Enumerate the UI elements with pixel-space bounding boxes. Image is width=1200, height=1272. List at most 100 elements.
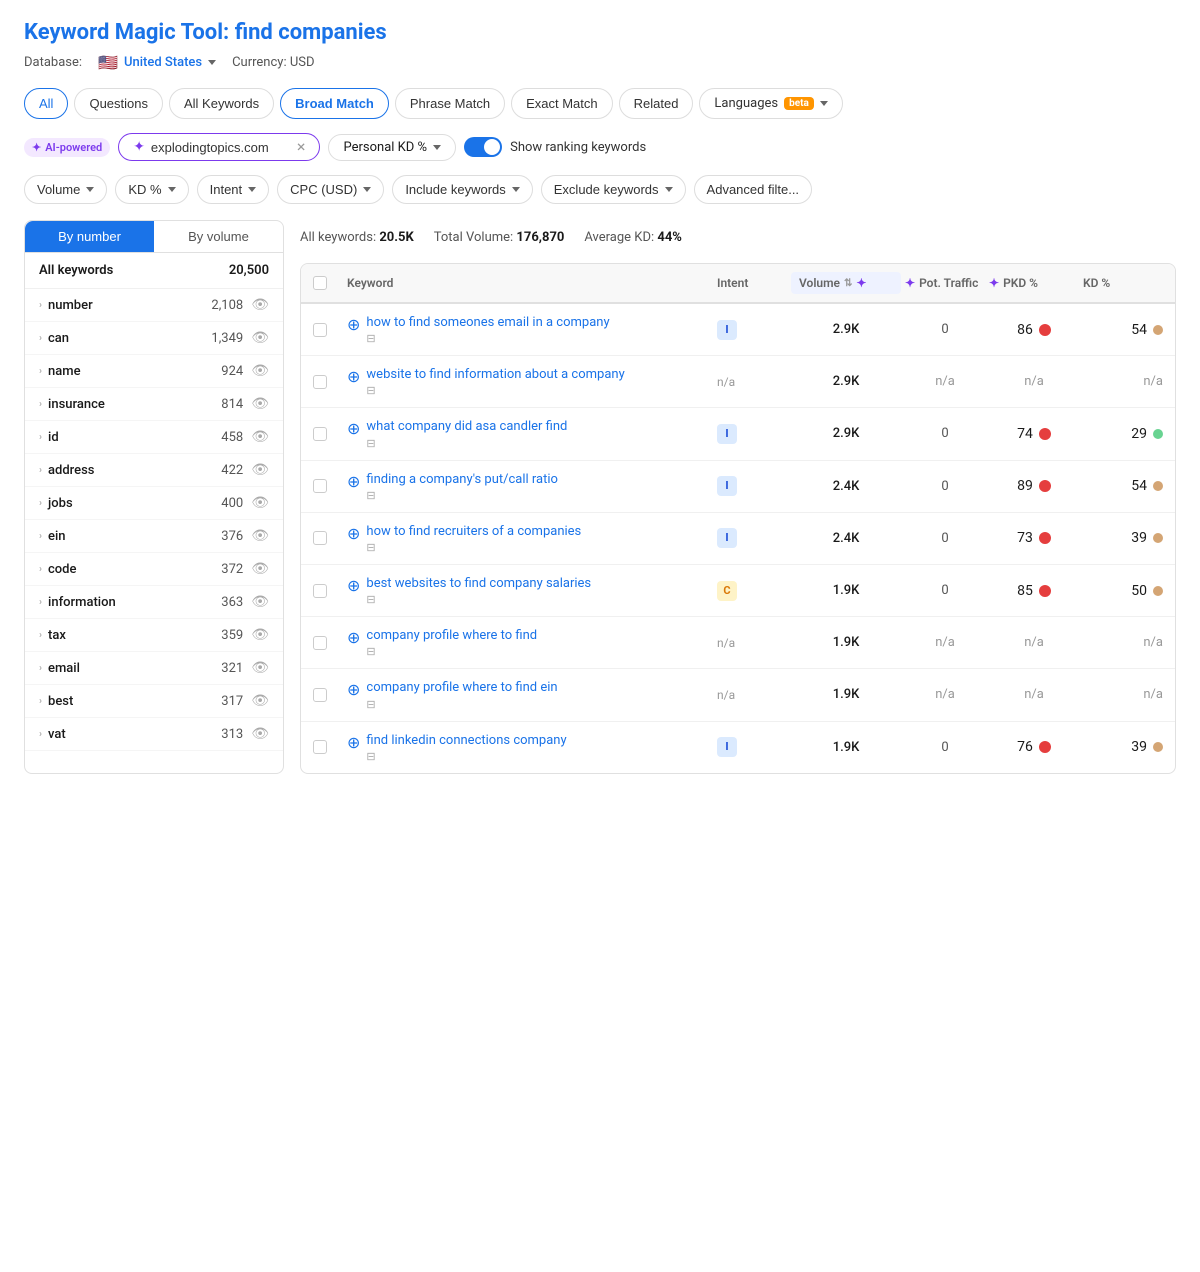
tab-all-keywords[interactable]: All Keywords [169, 88, 274, 119]
keyword-link[interactable]: how to find recruiters of a companies [366, 523, 581, 541]
kd-label: Personal KD % [343, 140, 427, 155]
volume-filter[interactable]: Volume [24, 175, 107, 204]
eye-icon[interactable]: 👁 [251, 561, 269, 577]
domain-input-wrapper[interactable]: ✦ × [118, 133, 320, 161]
show-ranking-toggle[interactable] [464, 137, 502, 157]
row-checkbox[interactable] [313, 584, 327, 598]
eye-icon[interactable]: 👁 [251, 693, 269, 709]
sidebar-tab-by-number[interactable]: By number [25, 221, 154, 252]
row-checkbox-cell [313, 688, 343, 702]
sidebar-item[interactable]: › vat 313 👁 [25, 718, 283, 751]
row-checkbox[interactable] [313, 323, 327, 337]
item-chevron-icon: › [39, 696, 42, 707]
add-icon[interactable]: ⊕ [347, 628, 360, 647]
keyword-link[interactable]: what company did asa candler find [366, 418, 567, 436]
sidebar-item[interactable]: › address 422 👁 [25, 454, 283, 487]
keyword-link[interactable]: company profile where to find [366, 627, 537, 645]
table-row: ⊕ website to find information about a co… [301, 356, 1175, 408]
eye-icon[interactable]: 👁 [251, 660, 269, 676]
domain-input[interactable] [151, 140, 291, 155]
sidebar-item[interactable]: › ein 376 👁 [25, 520, 283, 553]
row-checkbox-cell [313, 427, 343, 441]
add-icon[interactable]: ⊕ [347, 576, 360, 595]
sidebar-item[interactable]: › id 458 👁 [25, 421, 283, 454]
sidebar-item[interactable]: › number 2,108 👁 [25, 289, 283, 322]
add-icon[interactable]: ⊕ [347, 367, 360, 386]
sidebar-all-count: 20,500 [229, 263, 269, 278]
row-checkbox[interactable] [313, 479, 327, 493]
eye-icon[interactable]: 👁 [251, 396, 269, 412]
keyword-link[interactable]: best websites to find company salaries [366, 575, 591, 593]
cpc-filter-label: CPC (USD) [290, 182, 357, 197]
sidebar-items-list: › number 2,108 👁 › can 1,349 👁 › name [25, 289, 283, 751]
sidebar-item-left: › ein [39, 529, 66, 544]
th-volume[interactable]: Volume ⇅ ✦ [791, 272, 901, 294]
intent-filter[interactable]: Intent [197, 175, 270, 204]
row-checkbox[interactable] [313, 688, 327, 702]
kd-cell: 50 [1083, 583, 1163, 599]
eye-icon[interactable]: 👁 [251, 462, 269, 478]
row-checkbox[interactable] [313, 636, 327, 650]
kd-cell: n/a [1083, 687, 1163, 702]
add-icon[interactable]: ⊕ [347, 680, 360, 699]
sidebar-item[interactable]: › best 317 👁 [25, 685, 283, 718]
row-checkbox[interactable] [313, 375, 327, 389]
select-all-checkbox[interactable] [313, 276, 327, 290]
sidebar-item[interactable]: › can 1,349 👁 [25, 322, 283, 355]
results-panel: All keywords: 20.5K Total Volume: 176,87… [300, 220, 1176, 774]
pkd-sparkle-icon: ✦ [989, 276, 999, 290]
cpc-filter[interactable]: CPC (USD) [277, 175, 384, 204]
tab-questions[interactable]: Questions [74, 88, 163, 119]
add-icon[interactable]: ⊕ [347, 315, 360, 334]
beta-badge: beta [784, 97, 814, 110]
keyword-mini-icon: ⊟ [366, 593, 591, 606]
eye-icon[interactable]: 👁 [251, 495, 269, 511]
eye-icon[interactable]: 👁 [251, 726, 269, 742]
traffic-cell: 0 [905, 479, 985, 494]
tab-related[interactable]: Related [619, 88, 694, 119]
row-checkbox[interactable] [313, 740, 327, 754]
sidebar-item[interactable]: › jobs 400 👁 [25, 487, 283, 520]
eye-icon[interactable]: 👁 [251, 528, 269, 544]
sidebar-item[interactable]: › insurance 814 👁 [25, 388, 283, 421]
keyword-link[interactable]: finding a company's put/call ratio [366, 471, 558, 489]
eye-icon[interactable]: 👁 [251, 363, 269, 379]
sidebar-item[interactable]: › code 372 👁 [25, 553, 283, 586]
advanced-filter[interactable]: Advanced filte... [694, 175, 813, 204]
eye-icon[interactable]: 👁 [251, 297, 269, 313]
sidebar-item-right: 924 👁 [221, 363, 269, 379]
keyword-link[interactable]: how to find someones email in a company [366, 314, 609, 332]
tab-broad-match[interactable]: Broad Match [280, 88, 389, 119]
add-icon[interactable]: ⊕ [347, 733, 360, 752]
table-row: ⊕ company profile where to find ⊟ n/a 1.… [301, 617, 1175, 669]
tab-all[interactable]: All [24, 88, 68, 119]
eye-icon[interactable]: 👁 [251, 594, 269, 610]
include-keywords-filter[interactable]: Include keywords [392, 175, 532, 204]
db-selector[interactable]: 🇺🇸 United States [98, 53, 216, 72]
keyword-link[interactable]: website to find information about a comp… [366, 366, 624, 384]
exclude-keywords-filter[interactable]: Exclude keywords [541, 175, 686, 204]
clear-domain-button[interactable]: × [297, 139, 306, 155]
tab-exact-match[interactable]: Exact Match [511, 88, 613, 119]
add-icon[interactable]: ⊕ [347, 419, 360, 438]
row-checkbox[interactable] [313, 531, 327, 545]
add-icon[interactable]: ⊕ [347, 524, 360, 543]
keyword-link[interactable]: company profile where to find ein [366, 679, 557, 697]
add-icon[interactable]: ⊕ [347, 472, 360, 491]
sidebar-item[interactable]: › information 363 👁 [25, 586, 283, 619]
keyword-link[interactable]: find linkedin connections company [366, 732, 566, 750]
sidebar-tab-by-volume[interactable]: By volume [154, 221, 283, 252]
kd-filter[interactable]: KD % [115, 175, 188, 204]
sidebar-item[interactable]: › tax 359 👁 [25, 619, 283, 652]
pkd-na: n/a [1024, 687, 1044, 702]
eye-icon[interactable]: 👁 [251, 429, 269, 445]
tab-languages[interactable]: Languages beta [699, 88, 842, 119]
sidebar-item[interactable]: › name 924 👁 [25, 355, 283, 388]
row-checkbox[interactable] [313, 427, 327, 441]
tab-phrase-match[interactable]: Phrase Match [395, 88, 505, 119]
kd-selector[interactable]: Personal KD % [328, 134, 456, 161]
eye-icon[interactable]: 👁 [251, 627, 269, 643]
sidebar-item[interactable]: › email 321 👁 [25, 652, 283, 685]
eye-icon[interactable]: 👁 [251, 330, 269, 346]
item-chevron-icon: › [39, 564, 42, 575]
